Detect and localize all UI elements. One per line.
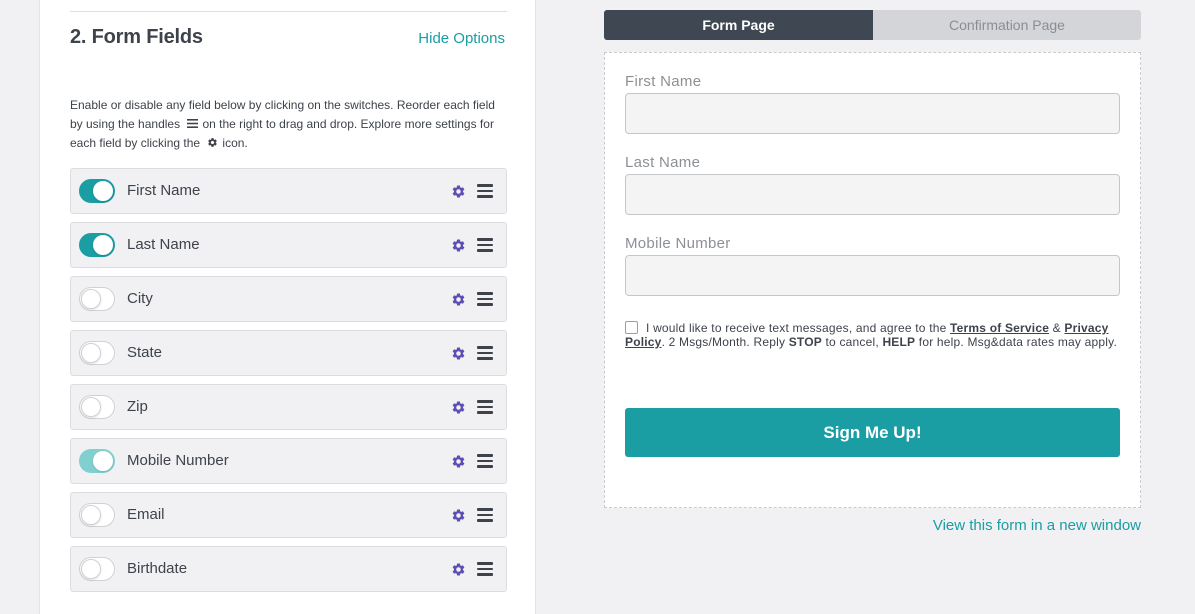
drag-handle-icon[interactable] — [477, 346, 493, 360]
mobile-number-label: Mobile Number — [625, 235, 731, 252]
toggle-first-name[interactable] — [79, 179, 115, 203]
form-preview: First Name Last Name Mobile Number I wou… — [604, 52, 1141, 508]
field-row-zip: Zip — [70, 384, 507, 430]
toggle-email[interactable] — [79, 503, 115, 527]
gear-icon[interactable] — [451, 508, 466, 523]
toggle-knob — [81, 559, 101, 579]
field-label: State — [127, 344, 163, 361]
field-row-first-name: First Name — [70, 168, 507, 214]
gear-icon — [207, 135, 218, 154]
toggle-state[interactable] — [79, 341, 115, 365]
toggle-mobile-number[interactable] — [79, 449, 115, 473]
gear-icon[interactable] — [451, 238, 466, 253]
form-fields-panel: 2. Form Fields Hide Options Enable or di… — [39, 0, 536, 614]
toggle-city[interactable] — [79, 287, 115, 311]
gear-icon[interactable] — [451, 184, 466, 199]
toggle-knob — [93, 451, 113, 471]
gear-icon[interactable] — [451, 400, 466, 415]
last-name-label: Last Name — [625, 154, 701, 171]
field-label: First Name — [127, 182, 201, 199]
field-row-last-name: Last Name — [70, 222, 507, 268]
preview-tabs: Form Page Confirmation Page — [604, 10, 1141, 40]
gear-icon[interactable] — [451, 454, 466, 469]
hide-options-link[interactable]: Hide Options — [418, 30, 505, 47]
section-divider — [70, 11, 507, 12]
toggle-knob — [81, 289, 101, 309]
sign-me-up-button[interactable]: Sign Me Up! — [625, 408, 1120, 457]
drag-handle-icon[interactable] — [477, 562, 493, 576]
instructions-text: Enable or disable any field below by cli… — [70, 96, 510, 154]
gear-icon[interactable] — [451, 562, 466, 577]
field-label: Birthdate — [127, 560, 188, 577]
tab-confirmation-page[interactable]: Confirmation Page — [873, 10, 1141, 40]
field-label: Email — [127, 506, 165, 523]
drag-handle-icon[interactable] — [477, 238, 493, 252]
field-row-email: Email — [70, 492, 507, 538]
toggle-zip[interactable] — [79, 395, 115, 419]
drag-handle-icon[interactable] — [477, 184, 493, 198]
drag-handle-icon[interactable] — [477, 292, 493, 306]
field-row-city: City — [70, 276, 507, 322]
section-title: 2. Form Fields — [70, 26, 203, 48]
toggle-last-name[interactable] — [79, 233, 115, 257]
drag-handle-icon[interactable] — [477, 508, 493, 522]
field-label: Last Name — [127, 236, 200, 253]
toggle-knob — [81, 343, 101, 363]
last-name-input[interactable] — [625, 174, 1120, 215]
toggle-knob — [81, 397, 101, 417]
drag-handle-icon[interactable] — [477, 454, 493, 468]
drag-handle-icon — [187, 115, 199, 134]
mobile-number-input[interactable] — [625, 255, 1120, 296]
consent-checkbox[interactable] — [625, 321, 638, 334]
field-label: City — [127, 290, 153, 307]
drag-handle-icon[interactable] — [477, 400, 493, 414]
tab-form-page[interactable]: Form Page — [604, 10, 873, 40]
sms-consent: I would like to receive text messages, a… — [625, 321, 1117, 349]
view-in-new-window-link[interactable]: View this form in a new window — [933, 517, 1141, 534]
toggle-knob — [93, 235, 113, 255]
toggle-knob — [93, 181, 113, 201]
first-name-label: First Name — [625, 73, 702, 90]
toggle-knob — [81, 505, 101, 525]
terms-of-service-link[interactable]: Terms of Service — [950, 321, 1049, 335]
field-list: First Name Last Name City State Zip Mobile Nu… — [70, 168, 507, 600]
first-name-input[interactable] — [625, 93, 1120, 134]
field-row-mobile-number: Mobile Number — [70, 438, 507, 484]
gear-icon[interactable] — [451, 292, 466, 307]
toggle-birthdate[interactable] — [79, 557, 115, 581]
field-label: Mobile Number — [127, 452, 229, 469]
gear-icon[interactable] — [451, 346, 466, 361]
field-row-birthdate: Birthdate — [70, 546, 507, 592]
field-row-state: State — [70, 330, 507, 376]
field-label: Zip — [127, 398, 148, 415]
